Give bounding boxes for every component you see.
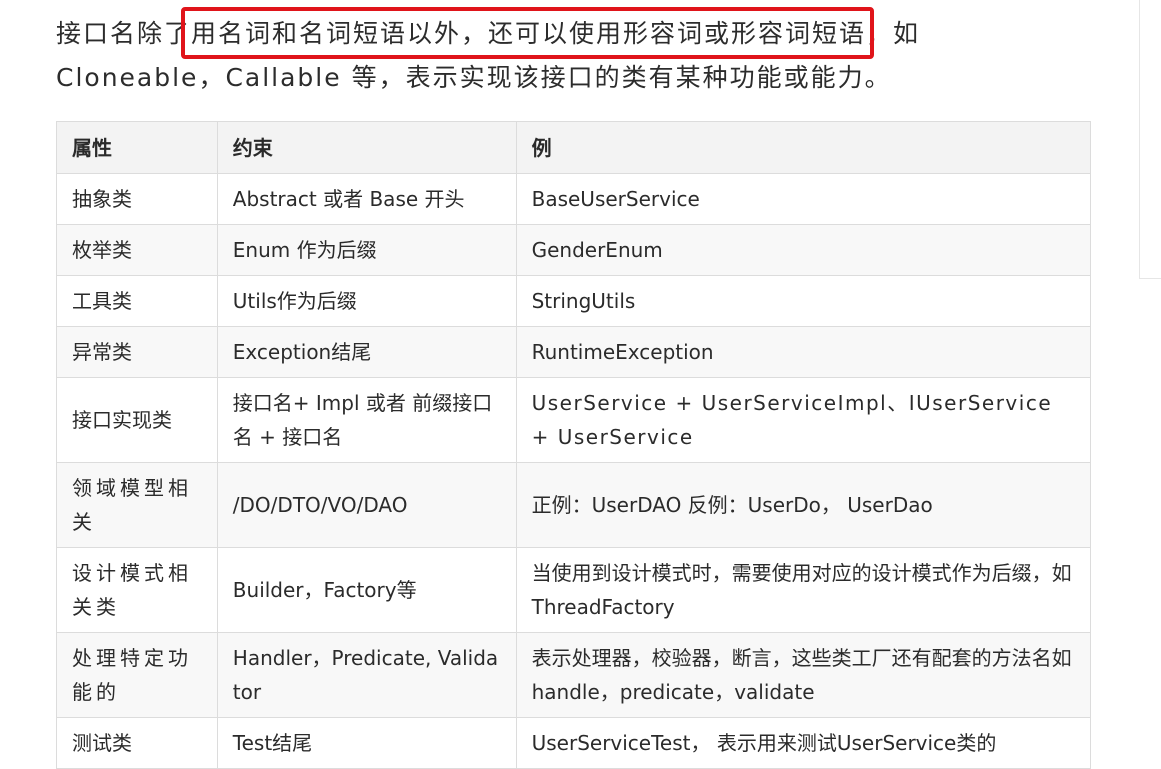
intro-line-2: Cloneable，Callable 等，表示实现该接口的类有某种功能或能力。 <box>56 63 892 92</box>
cell-constraint: Handler，Predicate, Validator <box>216 632 517 718</box>
cell-attribute: 领域模型相关 <box>56 462 218 548</box>
naming-rules-table: 属性 约束 例 抽象类 Abstract 或者 Base 开头 BaseUser… <box>56 121 1092 769</box>
header-attribute: 属性 <box>56 121 218 174</box>
intro-paragraph: 接口名除了用名词和名词短语以外，还可以使用形容词或形容词短语，如 Cloneab… <box>56 7 1096 100</box>
cell-constraint: 接口名+ Impl 或者 前缀接口名 + 接口名 <box>216 377 517 463</box>
table-row: 接口实现类 接口名+ Impl 或者 前缀接口名 + 接口名 UserServi… <box>56 377 1092 463</box>
cell-attribute: 枚举类 <box>56 224 218 276</box>
highlighted-phrase: 用名词和名词短语以外，还可以使用形容词或形容词短语 <box>181 7 875 59</box>
cell-constraint: Utils作为后缀 <box>216 275 517 327</box>
cell-attribute: 抽象类 <box>56 173 218 225</box>
table-header-row: 属性 约束 例 <box>56 121 1092 174</box>
cell-example: BaseUserService <box>515 173 1092 225</box>
cell-attribute: 设计模式相关类 <box>56 547 218 633</box>
cell-example: 当使用到设计模式时，需要使用对应的设计模式作为后缀，如ThreadFactory <box>515 547 1092 633</box>
cell-constraint: /DO/DTO/VO/DAO <box>216 462 517 548</box>
cell-constraint: Enum 作为后缀 <box>216 224 517 276</box>
cell-constraint: Exception结尾 <box>216 326 517 378</box>
table-row: 工具类 Utils作为后缀 StringUtils <box>56 275 1092 327</box>
table-row: 领域模型相关 /DO/DTO/VO/DAO 正例：UserDAO 反例：User… <box>56 462 1092 548</box>
side-panel-edge <box>1139 0 1161 279</box>
cell-attribute: 测试类 <box>56 717 218 769</box>
cell-attribute: 工具类 <box>56 275 218 327</box>
cell-attribute: 接口实现类 <box>56 377 218 463</box>
cell-attribute: 处理特定功能的 <box>56 632 218 718</box>
intro-text-after: ，如 <box>866 19 921 48</box>
cell-example: UserServiceTest， 表示用来测试UserService类的 <box>515 717 1092 769</box>
table-row: 设计模式相关类 Builder，Factory等 当使用到设计模式时，需要使用对… <box>56 547 1092 633</box>
cell-example: GenderEnum <box>515 224 1092 276</box>
cell-example: 正例：UserDAO 反例：UserDo， UserDao <box>515 462 1092 548</box>
cell-constraint: Test结尾 <box>216 717 517 769</box>
intro-line-1: 接口名除了用名词和名词短语以外，还可以使用形容词或形容词短语，如 <box>56 7 1096 59</box>
cell-example: 表示处理器，校验器，断言，这些类工厂还有配套的方法名如handle，predic… <box>515 632 1092 718</box>
header-constraint: 约束 <box>216 121 517 174</box>
cell-example: UserService + UserServiceImpl、IUserServi… <box>515 377 1092 463</box>
cell-example: StringUtils <box>515 275 1092 327</box>
table-row: 异常类 Exception结尾 RuntimeException <box>56 326 1092 378</box>
table-row: 抽象类 Abstract 或者 Base 开头 BaseUserService <box>56 173 1092 225</box>
intro-text-before: 接口名除了 <box>56 19 192 48</box>
cell-example: RuntimeException <box>515 326 1092 378</box>
table-row: 处理特定功能的 Handler，Predicate, Validator 表示处… <box>56 632 1092 718</box>
header-example: 例 <box>515 121 1092 174</box>
table-row: 枚举类 Enum 作为后缀 GenderEnum <box>56 224 1092 276</box>
table-row: 测试类 Test结尾 UserServiceTest， 表示用来测试UserSe… <box>56 717 1092 769</box>
cell-constraint: Builder，Factory等 <box>216 547 517 633</box>
cell-attribute: 异常类 <box>56 326 218 378</box>
cell-constraint: Abstract 或者 Base 开头 <box>216 173 517 225</box>
